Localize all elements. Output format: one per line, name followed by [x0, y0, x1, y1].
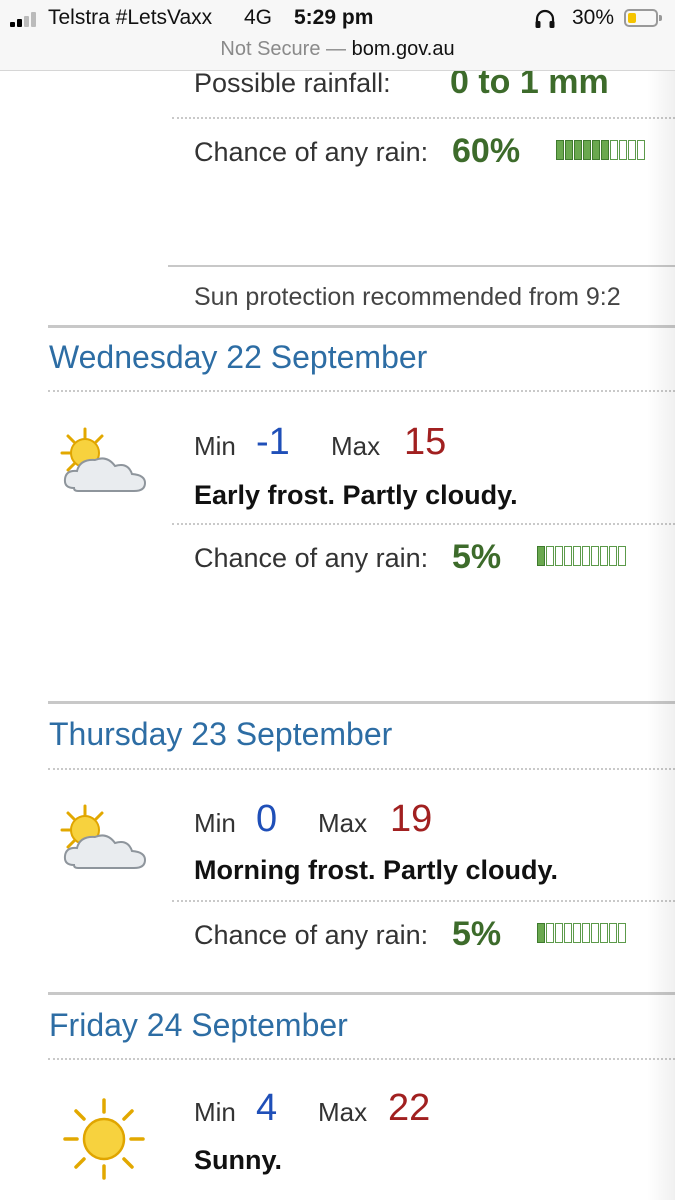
rain-bar-segment	[546, 923, 554, 943]
min-label: Min	[194, 431, 236, 461]
rain-bar-segment	[555, 923, 563, 943]
divider	[172, 117, 675, 119]
chance-of-rain-bar	[556, 140, 645, 162]
forecast-summary: Sunny.	[194, 1145, 283, 1175]
chance-of-rain-bar	[537, 546, 626, 568]
day-heading-thursday: Thursday 23 September	[49, 716, 393, 752]
carrier-name: Telstra #LetsVaxx	[48, 6, 213, 29]
chance-of-rain-label: Chance of any rain:	[194, 920, 429, 950]
rain-bar-segment	[537, 546, 545, 566]
battery-terminal	[659, 15, 662, 21]
rain-bar-segment	[637, 140, 645, 160]
forecast-summary: Morning frost. Partly cloudy.	[194, 855, 559, 885]
rain-bar-segment	[582, 923, 590, 943]
battery-level	[628, 13, 636, 23]
rain-bar-segment	[609, 923, 617, 943]
rain-bar-segment	[600, 546, 608, 566]
chance-of-rain-bar	[537, 923, 626, 945]
sunny-icon	[63, 1098, 145, 1180]
partly-cloudy-icon	[60, 804, 147, 869]
max-temperature: 22	[388, 1087, 431, 1129]
day-divider	[48, 701, 675, 704]
signal-strength-icon	[10, 11, 42, 27]
battery-icon	[624, 9, 658, 27]
rain-bar-segment	[555, 546, 563, 566]
rain-bar-segment	[564, 923, 572, 943]
rain-bar-segment	[591, 923, 599, 943]
day-divider	[48, 325, 675, 328]
url-domain: bom.gov.au	[351, 38, 455, 60]
rain-bar-segment	[573, 546, 581, 566]
chance-of-rain-value: 5%	[452, 915, 502, 953]
possible-rainfall-value: 0 to 1 mm	[450, 71, 609, 101]
rain-bar-segment	[565, 140, 573, 160]
divider	[48, 1058, 675, 1060]
rain-bar-segment	[628, 140, 636, 160]
status-bar: Telstra #LetsVaxx 4G 5:29 pm 30%	[0, 0, 675, 36]
rain-bar-segment	[619, 140, 627, 160]
rain-bar-segment	[600, 923, 608, 943]
forecast-page: Possible rainfall: 0 to 1 mm Chance of a…	[0, 71, 675, 1200]
rain-bar-segment	[546, 546, 554, 566]
rain-bar-segment	[592, 140, 600, 160]
network-type: 4G	[244, 6, 273, 29]
page-edge-shadow	[647, 71, 675, 1200]
chance-of-rain-label: Chance of any rain:	[194, 543, 429, 573]
day-divider	[48, 992, 675, 995]
day-heading-friday: Friday 24 September	[49, 1007, 348, 1043]
rain-bar-segment	[537, 923, 545, 943]
rain-bar-segment	[618, 923, 626, 943]
divider	[48, 768, 675, 770]
sun-protection-text: Sun protection recommended from 9:2	[194, 283, 621, 311]
possible-rainfall-label: Possible rainfall:	[194, 71, 391, 98]
rain-bar-segment	[583, 140, 591, 160]
status-time: 5:29 pm	[294, 6, 374, 29]
min-temperature: 0	[256, 798, 278, 840]
divider	[172, 523, 675, 525]
rain-bar-segment	[573, 923, 581, 943]
partly-cloudy-icon	[60, 427, 147, 492]
max-label: Max	[318, 808, 368, 838]
rain-bar-segment	[618, 546, 626, 566]
rain-bar-segment	[591, 546, 599, 566]
security-indicator: Not Secure	[220, 38, 321, 60]
rain-bar-segment	[574, 140, 582, 160]
rain-bar-segment	[582, 546, 590, 566]
max-label: Max	[318, 1097, 368, 1127]
url-separator: —	[326, 38, 347, 60]
address-bar[interactable]: Not Secure — bom.gov.au	[0, 36, 675, 71]
min-label: Min	[194, 808, 236, 838]
divider	[172, 900, 675, 902]
max-temperature: 15	[404, 421, 447, 463]
divider	[168, 265, 675, 267]
chance-of-rain-label: Chance of any rain:	[194, 137, 429, 167]
battery-percent: 30%	[572, 6, 615, 29]
min-temperature: 4	[256, 1087, 278, 1129]
chance-of-rain-value: 60%	[452, 132, 521, 170]
min-temperature: -1	[256, 421, 290, 463]
divider	[48, 390, 675, 392]
rain-bar-segment	[556, 140, 564, 160]
rain-bar-segment	[609, 546, 617, 566]
max-label: Max	[331, 431, 381, 461]
rain-bar-segment	[564, 546, 572, 566]
forecast-summary: Early frost. Partly cloudy.	[194, 480, 518, 510]
max-temperature: 19	[390, 798, 433, 840]
headphones-icon	[535, 9, 555, 28]
chance-of-rain-value: 5%	[452, 538, 502, 576]
day-heading-wednesday: Wednesday 22 September	[49, 339, 428, 375]
min-label: Min	[194, 1097, 236, 1127]
rain-bar-segment	[601, 140, 609, 160]
rain-bar-segment	[610, 140, 618, 160]
